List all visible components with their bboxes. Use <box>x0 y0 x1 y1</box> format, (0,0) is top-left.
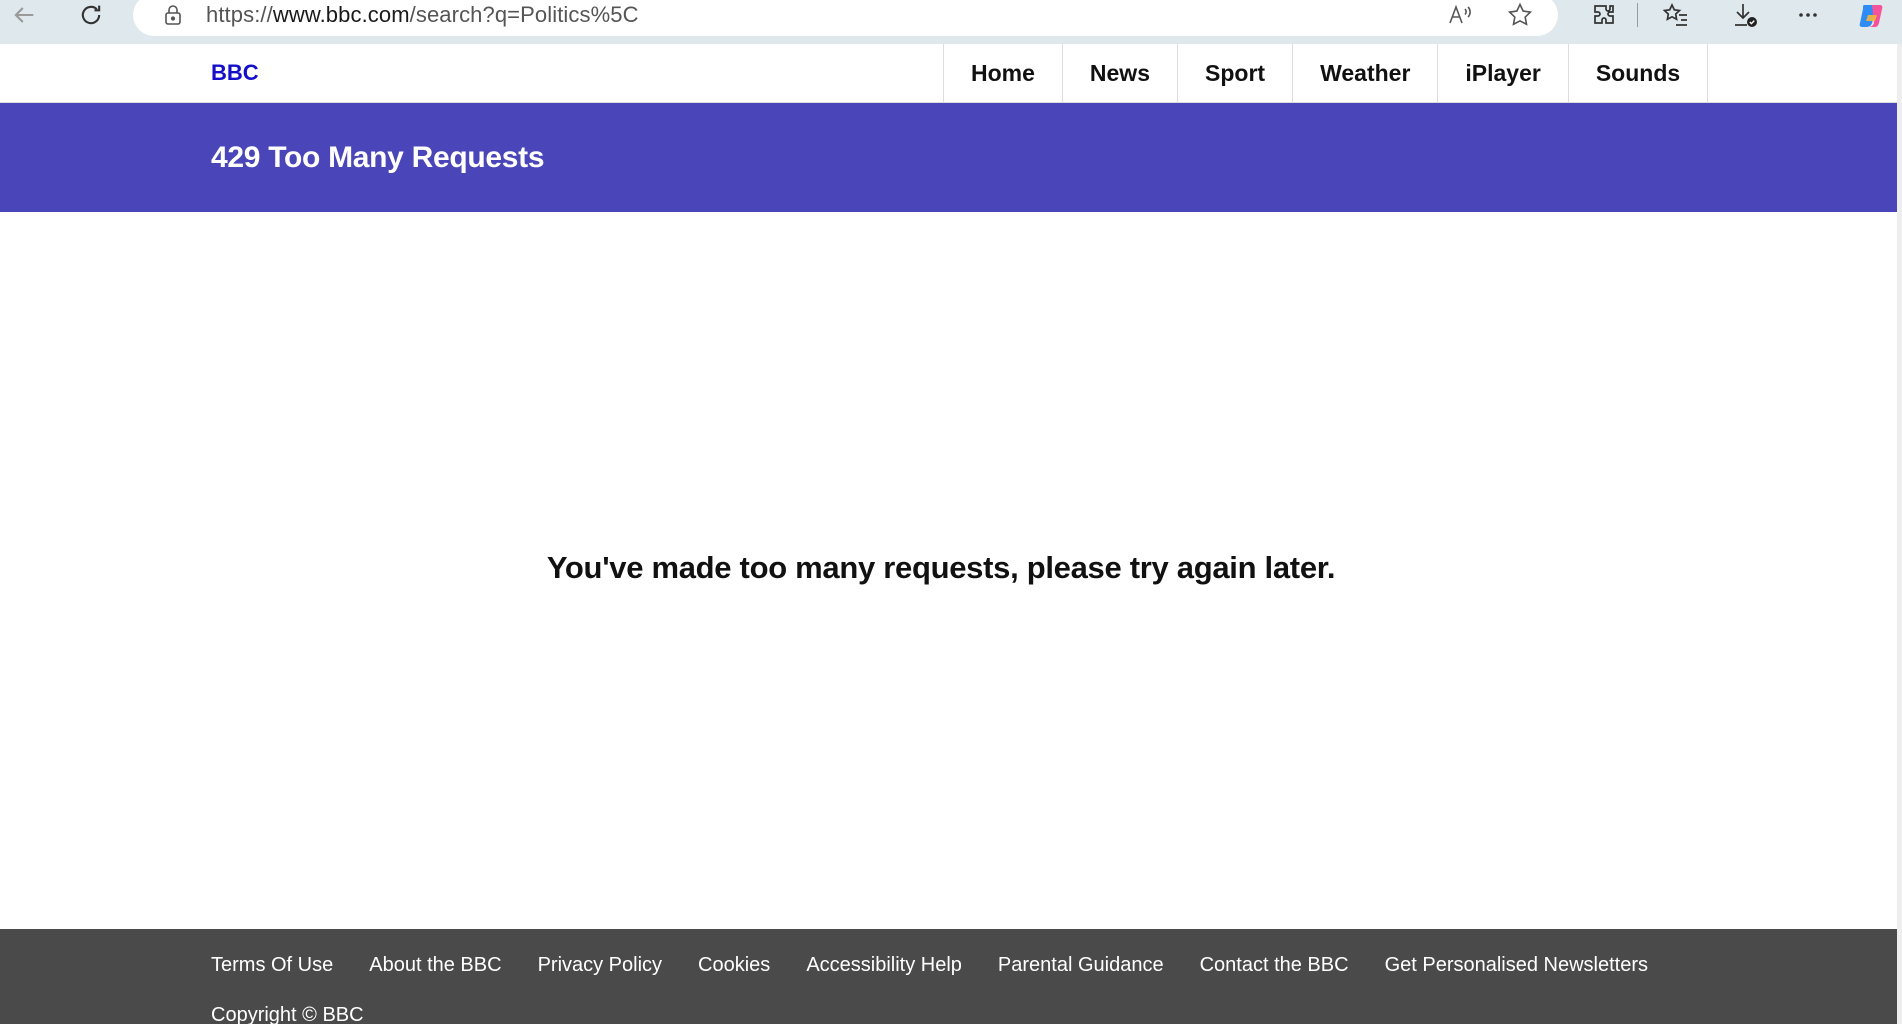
toolbar-divider <box>1637 3 1638 27</box>
nav-item-iplayer[interactable]: iPlayer <box>1438 44 1569 103</box>
lock-icon[interactable] <box>161 3 185 27</box>
nav-item-news[interactable]: News <box>1063 44 1178 103</box>
footer-link-contact[interactable]: Contact the BBC <box>1200 954 1349 977</box>
more-icon[interactable] <box>1788 0 1828 30</box>
scrollbar-track[interactable] <box>1897 44 1902 1024</box>
browser-toolbar: https://www.bbc.com/search?q=Politics%5C <box>0 0 1902 44</box>
error-message: You've made too many requests, please tr… <box>546 550 1336 585</box>
nav-item-sounds[interactable]: Sounds <box>1569 44 1709 103</box>
copyright-text: Copyright © BBC <box>211 1004 364 1024</box>
bbc-logo-link[interactable]: BBC <box>211 60 259 86</box>
url-prefix: https:// <box>206 2 273 27</box>
favorites-list-icon[interactable] <box>1656 0 1696 30</box>
back-icon[interactable] <box>4 0 44 30</box>
favorite-star-icon[interactable] <box>1506 1 1534 29</box>
nav-item-weather[interactable]: Weather <box>1293 44 1439 103</box>
footer-link-terms[interactable]: Terms Of Use <box>211 954 333 977</box>
error-banner: 429 Too Many Requests <box>0 103 1897 212</box>
downloads-icon[interactable] <box>1725 0 1765 30</box>
footer-links: Terms Of Use About the BBC Privacy Polic… <box>211 954 1684 977</box>
footer-link-accessibility[interactable]: Accessibility Help <box>806 954 962 977</box>
page-title: 429 Too Many Requests <box>211 141 545 174</box>
nav-item-home[interactable]: Home <box>944 44 1063 103</box>
url-text[interactable]: https://www.bbc.com/search?q=Politics%5C <box>206 2 639 28</box>
footer-link-privacy[interactable]: Privacy Policy <box>538 954 662 977</box>
site-header: BBC Home News Sport Weather iPlayer Soun… <box>0 44 1897 103</box>
page-content: BBC Home News Sport Weather iPlayer Soun… <box>0 44 1897 1024</box>
refresh-icon[interactable] <box>71 0 111 30</box>
extensions-icon[interactable] <box>1584 0 1624 30</box>
site-footer: Terms Of Use About the BBC Privacy Polic… <box>0 929 1897 1024</box>
footer-link-parental-guidance[interactable]: Parental Guidance <box>998 954 1164 977</box>
footer-link-about[interactable]: About the BBC <box>369 954 501 977</box>
nav-item-sport[interactable]: Sport <box>1178 44 1294 103</box>
url-host: www.bbc.com <box>272 2 410 27</box>
url-path: /search?q=Politics%5C <box>409 2 639 27</box>
site-nav: Home News Sport Weather iPlayer Sounds <box>943 44 1709 103</box>
footer-link-newsletters[interactable]: Get Personalised Newsletters <box>1385 954 1648 977</box>
copilot-icon[interactable] <box>1852 0 1892 30</box>
footer-link-cookies[interactable]: Cookies <box>698 954 770 977</box>
address-bar[interactable]: https://www.bbc.com/search?q=Politics%5C <box>133 0 1558 36</box>
read-aloud-icon[interactable] <box>1446 1 1474 29</box>
browser-window: https://www.bbc.com/search?q=Politics%5C <box>0 0 1902 1024</box>
